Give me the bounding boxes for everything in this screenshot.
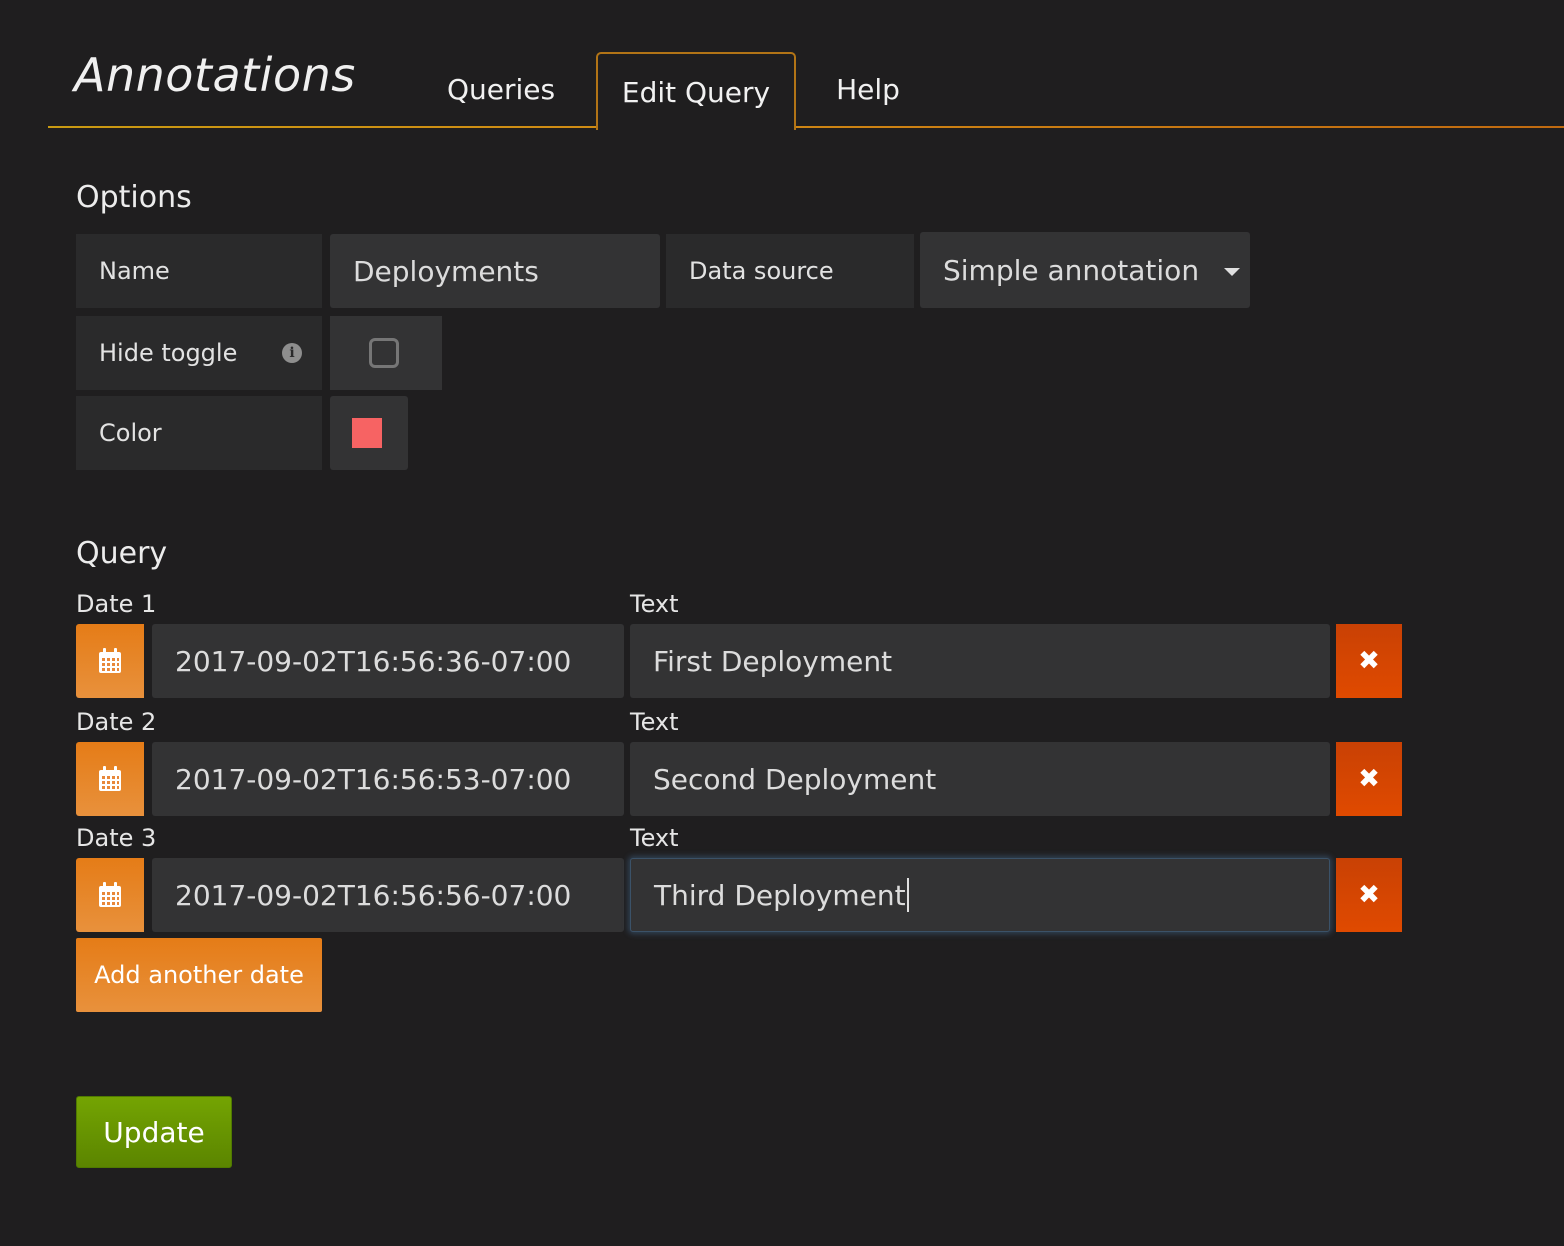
options-heading: Options [76,180,192,215]
name-label-text: Name [99,257,170,285]
text-label: Text [630,590,679,618]
text-cursor [906,878,909,912]
tab-edit-query[interactable]: Edit Query [596,52,796,130]
text-input-value: First Deployment [653,644,893,678]
text-input[interactable]: First Deployment [630,624,1330,698]
date-input[interactable]: 2017-09-02T16:56:36-07:00 [152,624,624,698]
page-title: Annotations [74,48,356,102]
date-picker-button[interactable] [76,858,144,932]
date-label: Date 2 [76,708,157,736]
name-label: Name [76,234,322,308]
datasource-select[interactable]: Simple annotation [920,232,1250,308]
text-label: Text [630,824,679,852]
color-picker[interactable] [330,396,408,470]
delete-date-button[interactable]: ✖ [1336,624,1402,698]
info-icon[interactable]: i [282,343,302,363]
hide-toggle-checkbox[interactable] [369,338,399,368]
datasource-label: Data source [666,234,914,308]
tab-help[interactable]: Help [818,52,918,128]
calendar-icon [99,882,121,907]
name-input[interactable]: Deployments [330,234,660,308]
calendar-icon [99,766,121,791]
date-picker-button[interactable] [76,624,144,698]
text-label: Text [630,708,679,736]
datasource-select-value: Simple annotation [943,253,1200,287]
color-label-text: Color [99,419,162,447]
color-swatch[interactable] [352,418,382,448]
caret-down-icon [1224,268,1240,276]
datasource-label-text: Data source [689,257,834,285]
date-label: Date 3 [76,824,157,852]
text-input[interactable]: Third Deployment [630,858,1330,932]
close-icon: ✖ [1358,646,1380,676]
hide-toggle-label: Hide toggle i [76,316,322,390]
date-input[interactable]: 2017-09-02T16:56:56-07:00 [152,858,624,932]
text-input-value: Third Deployment [654,878,906,912]
tab-underline [48,126,1564,128]
date-label: Date 1 [76,590,157,618]
text-input[interactable]: Second Deployment [630,742,1330,816]
hide-toggle-cell [330,316,442,390]
color-label: Color [76,396,322,470]
update-button[interactable]: Update [76,1096,232,1168]
close-icon: ✖ [1358,880,1380,910]
date-input-value: 2017-09-02T16:56:53-07:00 [175,762,572,796]
text-input-value: Second Deployment [653,762,937,796]
name-input-value: Deployments [353,254,539,288]
delete-date-button[interactable]: ✖ [1336,858,1402,932]
close-icon: ✖ [1358,764,1380,794]
hide-toggle-label-text: Hide toggle [99,339,238,367]
calendar-icon [99,648,121,673]
date-input[interactable]: 2017-09-02T16:56:53-07:00 [152,742,624,816]
query-heading: Query [76,536,168,571]
date-input-value: 2017-09-02T16:56:56-07:00 [175,878,572,912]
delete-date-button[interactable]: ✖ [1336,742,1402,816]
date-picker-button[interactable] [76,742,144,816]
tab-queries[interactable]: Queries [432,52,570,128]
add-another-date-button[interactable]: Add another date [76,938,322,1012]
date-input-value: 2017-09-02T16:56:36-07:00 [175,644,572,678]
